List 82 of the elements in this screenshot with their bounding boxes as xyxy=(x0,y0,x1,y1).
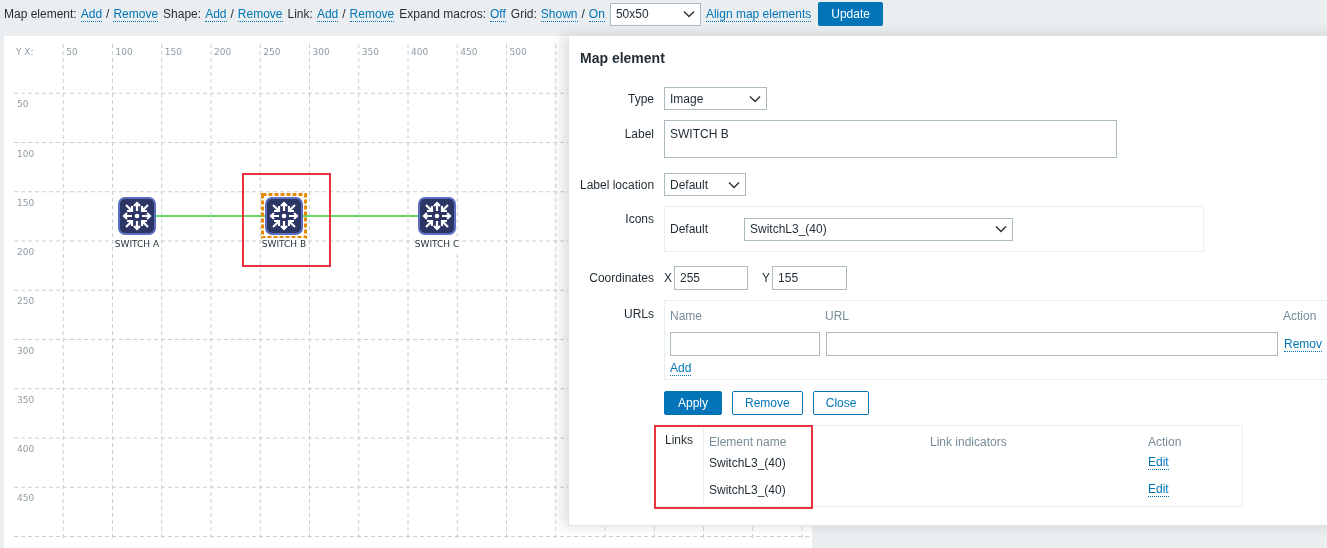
axis-label: 300 xyxy=(312,46,330,59)
chevron-down-icon xyxy=(728,180,740,189)
axis-label: 100 xyxy=(115,46,133,59)
x-input[interactable]: 255 xyxy=(674,266,748,290)
axis-label: 250 xyxy=(17,295,35,309)
column-header: Action xyxy=(1148,434,1182,449)
toolbar-link[interactable]: On xyxy=(588,6,605,22)
separator-text: / xyxy=(581,6,585,23)
axis-label: 450 xyxy=(460,46,478,59)
dialog-button[interactable]: Remove xyxy=(732,391,803,415)
remove-link[interactable]: Remov xyxy=(1284,336,1322,352)
toolbar-link[interactable]: Add xyxy=(316,6,339,22)
toolbar-label: Expand macros: xyxy=(399,6,486,23)
column-header: Element name xyxy=(709,434,788,449)
toolbar-link[interactable]: Remove xyxy=(349,6,395,22)
axis-label: 150 xyxy=(17,196,35,210)
axis-label: 350 xyxy=(361,46,379,59)
field-label: URLs xyxy=(623,306,654,323)
switch-icon[interactable] xyxy=(261,193,307,239)
axis-label: 200 xyxy=(214,46,232,59)
toolbar-link[interactable]: Shown xyxy=(540,6,578,22)
chevron-down-icon xyxy=(682,10,695,18)
name-input[interactable] xyxy=(670,332,820,356)
field-label: Coordinates xyxy=(588,270,654,287)
axis-label: 50 xyxy=(17,98,29,112)
axis-label: Y X: xyxy=(16,46,34,59)
column-header: Action xyxy=(1283,308,1317,325)
icon-select[interactable]: SwitchL3_(40) xyxy=(744,217,1013,241)
table-cell-text: SwitchL3_(40) xyxy=(709,454,787,472)
column-header: Name xyxy=(670,308,703,325)
axis-label: 500 xyxy=(509,46,527,59)
label-textarea[interactable]: SWITCH B xyxy=(664,120,1117,158)
axis-label: 150 xyxy=(164,46,182,59)
align-link[interactable]: Align map elements xyxy=(705,6,812,22)
field-label: Label xyxy=(623,126,654,143)
toolbar-link[interactable]: Off xyxy=(490,6,506,22)
toolbar-label: Shape: xyxy=(163,6,202,23)
separator-text: / xyxy=(106,6,110,23)
update-button[interactable]: Update xyxy=(818,2,883,26)
edit-link[interactable]: Edit xyxy=(1148,482,1169,497)
axis-label: 400 xyxy=(411,46,429,59)
toolbar-label: Grid: xyxy=(510,6,537,23)
column-header: Link indicators xyxy=(930,434,1008,449)
toolbar-link[interactable]: Add xyxy=(80,6,103,22)
axis-label: 300 xyxy=(17,344,35,358)
toolbar-link[interactable]: Remove xyxy=(113,6,159,22)
toolbar-link[interactable]: Add xyxy=(205,6,227,22)
field-label: Links xyxy=(665,433,693,447)
type-select[interactable]: Image xyxy=(664,87,767,110)
grid-size-select[interactable]: 50x50 xyxy=(609,2,701,26)
add-link[interactable]: Add xyxy=(670,361,692,376)
field-label: Y xyxy=(762,270,771,287)
y-input[interactable]: 155 xyxy=(772,266,848,290)
apply-button[interactable]: Apply xyxy=(664,391,723,415)
axis-label: 250 xyxy=(263,46,281,59)
field-label: Default xyxy=(670,221,710,238)
axis-label: 450 xyxy=(17,492,35,506)
field-label: Type xyxy=(627,90,654,108)
field-label: Icons xyxy=(624,211,654,228)
axis-label: 350 xyxy=(17,393,35,407)
table-cell-text: SwitchL3_(40) xyxy=(709,481,787,499)
toolbar-label: Link: xyxy=(287,6,313,23)
field-label: Label location xyxy=(580,176,654,194)
dialog-title: Map element xyxy=(580,49,666,68)
axis-label: 50 xyxy=(66,46,78,59)
toolbar-link[interactable]: Remove xyxy=(237,6,283,22)
link-line[interactable] xyxy=(156,215,418,217)
dialog-button[interactable]: Close xyxy=(812,391,870,415)
field-label: X xyxy=(664,270,672,287)
axis-label: 200 xyxy=(17,246,35,259)
separator-text: / xyxy=(342,6,346,23)
edit-link[interactable]: Edit xyxy=(1148,455,1169,470)
chevron-down-icon xyxy=(995,225,1007,233)
separator-text: / xyxy=(230,6,234,23)
chevron-down-icon xyxy=(749,94,761,103)
axis-label: 100 xyxy=(17,147,35,161)
node-label: SWITCH C xyxy=(414,238,460,252)
axis-label: 400 xyxy=(17,443,35,456)
toolbar-label: Map element: xyxy=(4,6,77,23)
column-header: URL xyxy=(825,308,850,325)
label-location-select[interactable]: Default xyxy=(664,173,746,196)
url-input[interactable] xyxy=(826,332,1278,356)
